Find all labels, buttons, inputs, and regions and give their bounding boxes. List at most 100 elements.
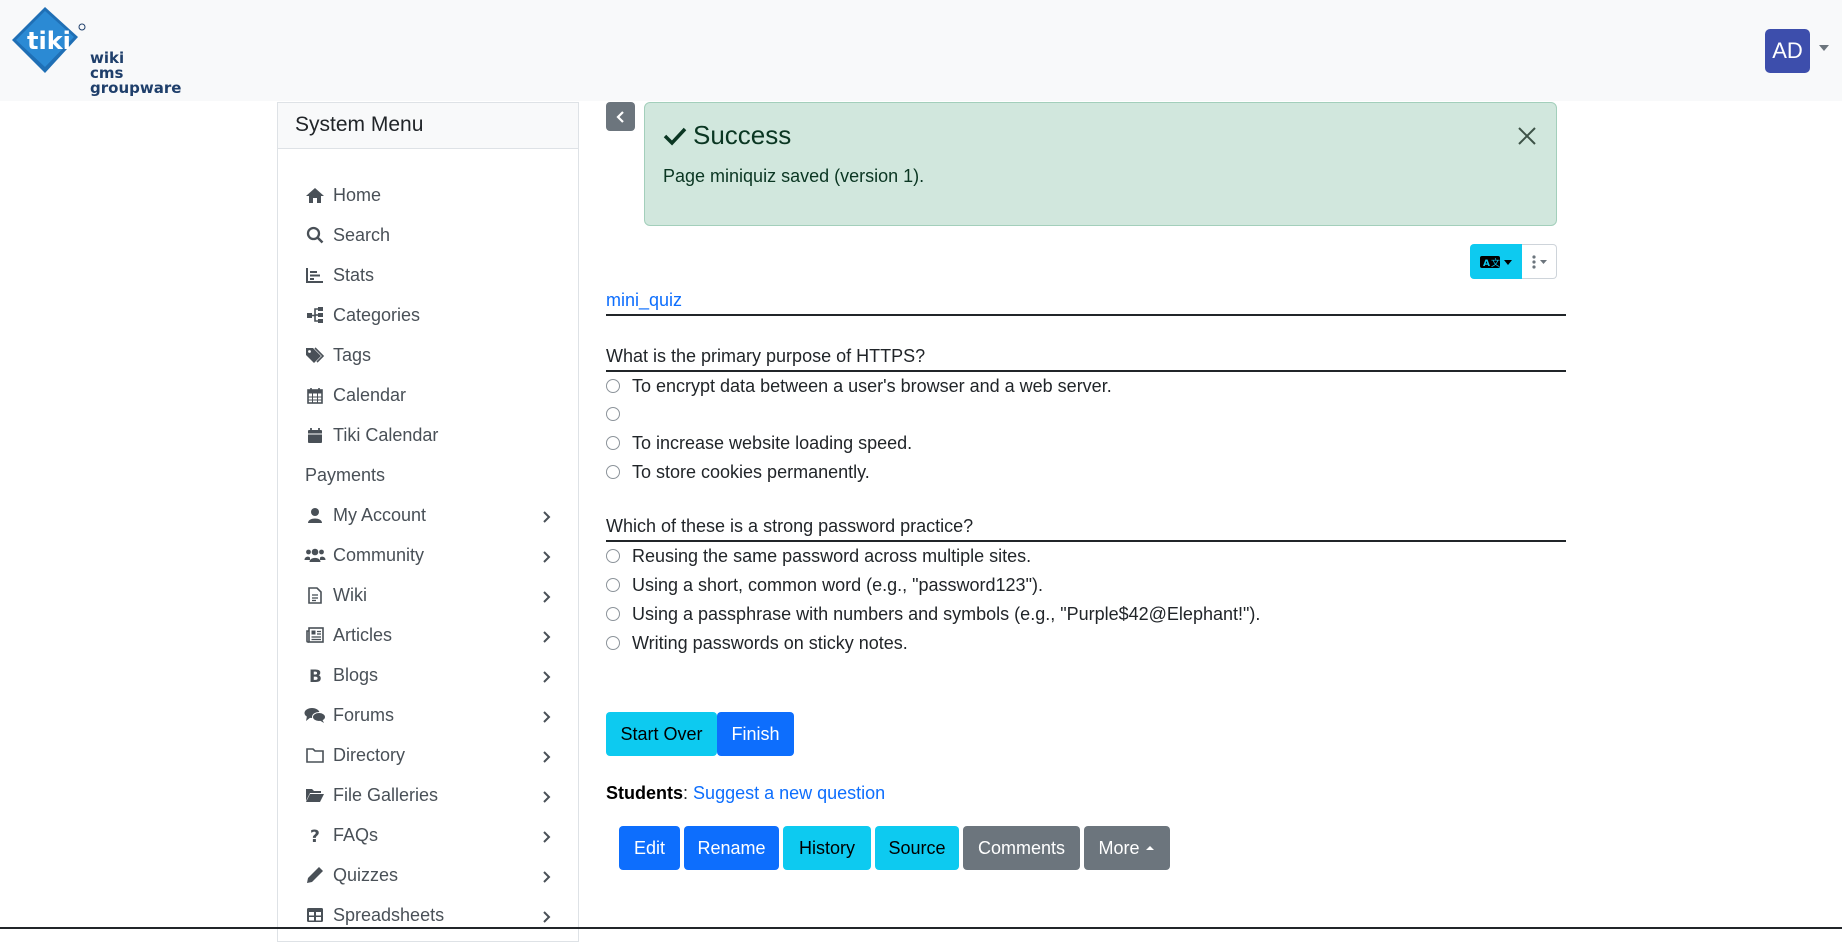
sidebar-item-wiki[interactable]: Wiki [278, 575, 578, 615]
svg-text:A: A [1483, 259, 1490, 269]
comments-icon [304, 706, 326, 724]
newspaper-icon [304, 626, 326, 644]
sidebar-item-file-galleries[interactable]: File Galleries [278, 775, 578, 815]
answer-option[interactable] [606, 402, 632, 426]
start-over-button[interactable]: Start Over [606, 712, 717, 756]
submenu-arrow[interactable] [542, 908, 552, 929]
answer-radio[interactable] [606, 578, 620, 592]
answer-option[interactable]: To store cookies permanently. [606, 460, 870, 484]
answer-radio[interactable] [606, 407, 620, 421]
sidebar-item-label: Home [333, 184, 382, 205]
sidebar-item-tiki-calendar[interactable]: Tiki Calendar [278, 415, 578, 455]
sidebar-item-search[interactable]: Search [278, 215, 578, 255]
submenu-arrow[interactable] [542, 708, 552, 729]
answer-text: To increase website loading speed. [632, 432, 913, 453]
sidebar-item-faqs[interactable]: ? FAQs [278, 815, 578, 855]
user-menu-caret-icon[interactable] [1819, 45, 1829, 51]
suggest-question-link[interactable]: Suggest a new question [693, 783, 885, 803]
sidebar-item-payments[interactable]: Payments [278, 455, 578, 495]
finish-button[interactable]: Finish [717, 712, 794, 756]
sidebar-item-stats[interactable]: Stats [278, 255, 578, 295]
answer-option[interactable]: Using a short, common word (e.g., "passw… [606, 573, 1043, 597]
submenu-arrow[interactable] [542, 788, 552, 809]
sidebar-item-spreadsheets[interactable]: Spreadsheets [278, 895, 578, 935]
alert-message: Page miniquiz saved (version 1). [663, 166, 925, 186]
caret-up-icon [1145, 846, 1154, 850]
sidebar-item-directory[interactable]: Directory [278, 735, 578, 775]
table-icon [304, 906, 326, 924]
answer-option[interactable]: Writing passwords on sticky notes. [606, 631, 908, 655]
submenu-arrow[interactable] [542, 508, 552, 529]
more-button[interactable]: More [1084, 826, 1170, 870]
answer-radio[interactable] [606, 465, 620, 479]
question-title: What is the primary purpose of HTTPS? [606, 346, 926, 366]
home-icon [304, 186, 326, 204]
submenu-arrow[interactable] [542, 868, 552, 889]
answer-text: To store cookies permanently. [632, 461, 870, 482]
chevron-right-icon [543, 511, 551, 523]
sidebar-item-forums[interactable]: Forums [278, 695, 578, 735]
success-alert: Success Page miniquiz saved (version 1). [644, 102, 1557, 226]
sitemap-icon [304, 306, 326, 324]
submenu-arrow[interactable] [542, 588, 552, 609]
more-button-label: More [1098, 837, 1140, 858]
submenu-arrow[interactable] [542, 748, 552, 769]
sidebar-item-categories[interactable]: Categories [278, 295, 578, 335]
sidebar-item-tags[interactable]: Tags [278, 335, 578, 375]
rename-button[interactable]: Rename [684, 826, 779, 870]
quiz-title-link[interactable]: mini_quiz [606, 290, 682, 311]
students-line: Students: Suggest a new question [606, 783, 885, 804]
svg-text:B: B [309, 667, 322, 684]
answer-option[interactable]: To encrypt data between a user's browser… [606, 374, 1112, 398]
sidebar-item-my-account[interactable]: My Account [278, 495, 578, 535]
sidebar-item-blogs[interactable]: B Blogs [278, 655, 578, 695]
pencil-icon [304, 866, 326, 884]
sidebar-item-label: Quizzes [333, 864, 399, 885]
question-rule [606, 540, 1566, 542]
source-button[interactable]: Source [875, 826, 959, 870]
answer-option[interactable]: To increase website loading speed. [606, 431, 912, 455]
submenu-arrow[interactable] [542, 668, 552, 689]
sidebar-item-label: My Account [333, 504, 427, 525]
file-icon [304, 586, 326, 604]
answer-radio[interactable] [606, 379, 620, 393]
answer-radio[interactable] [606, 436, 620, 450]
comments-button[interactable]: Comments [963, 826, 1080, 870]
alert-title: Success [663, 120, 791, 151]
answer-option[interactable]: Reusing the same password across multipl… [606, 544, 1031, 568]
answer-option[interactable]: Using a passphrase with numbers and symb… [606, 602, 1260, 626]
edit-button[interactable]: Edit [619, 826, 680, 870]
sidebar-item-label: Calendar [333, 384, 407, 405]
sidebar-item-label: Stats [333, 264, 375, 285]
sidebar-item-community[interactable]: Community [278, 535, 578, 575]
answer-radio[interactable] [606, 549, 620, 563]
svg-text:文: 文 [1491, 257, 1500, 269]
chevron-right-icon [543, 831, 551, 843]
sidebar-item-calendar[interactable]: Calendar [278, 375, 578, 415]
tiki-logo[interactable]: tiki wiki cms groupware [12, 7, 182, 96]
submenu-arrow[interactable] [542, 628, 552, 649]
submenu-arrow[interactable] [542, 548, 552, 569]
close-icon[interactable] [1516, 125, 1538, 147]
submenu-arrow[interactable] [542, 828, 552, 849]
sidebar-item-articles[interactable]: Articles [278, 615, 578, 655]
user-icon [304, 506, 326, 524]
sidebar-item-quizzes[interactable]: Quizzes [278, 855, 578, 895]
system-menu: System Menu Home Search Stats Categories Tag… [277, 102, 579, 942]
chevron-left-icon [615, 110, 624, 123]
page-options-button[interactable] [1522, 244, 1557, 279]
sidebar-item-label: Spreadsheets [333, 904, 445, 925]
top-bar: tiki wiki cms groupware AD [0, 0, 1842, 101]
sidebar-item-label: Blogs [333, 664, 379, 685]
chevron-right-icon [543, 711, 551, 723]
sidebar-item-label: Directory [333, 744, 406, 765]
question-rule [606, 370, 1566, 372]
answer-radio[interactable] [606, 607, 620, 621]
history-button[interactable]: History [783, 826, 871, 870]
user-avatar[interactable]: AD [1765, 29, 1810, 73]
answer-radio[interactable] [606, 636, 620, 650]
sidebar-item-home[interactable]: Home [278, 175, 578, 215]
toggle-sidebar-button[interactable] [606, 102, 635, 131]
translate-button[interactable]: A 文 [1470, 244, 1522, 279]
chevron-right-icon [543, 791, 551, 803]
